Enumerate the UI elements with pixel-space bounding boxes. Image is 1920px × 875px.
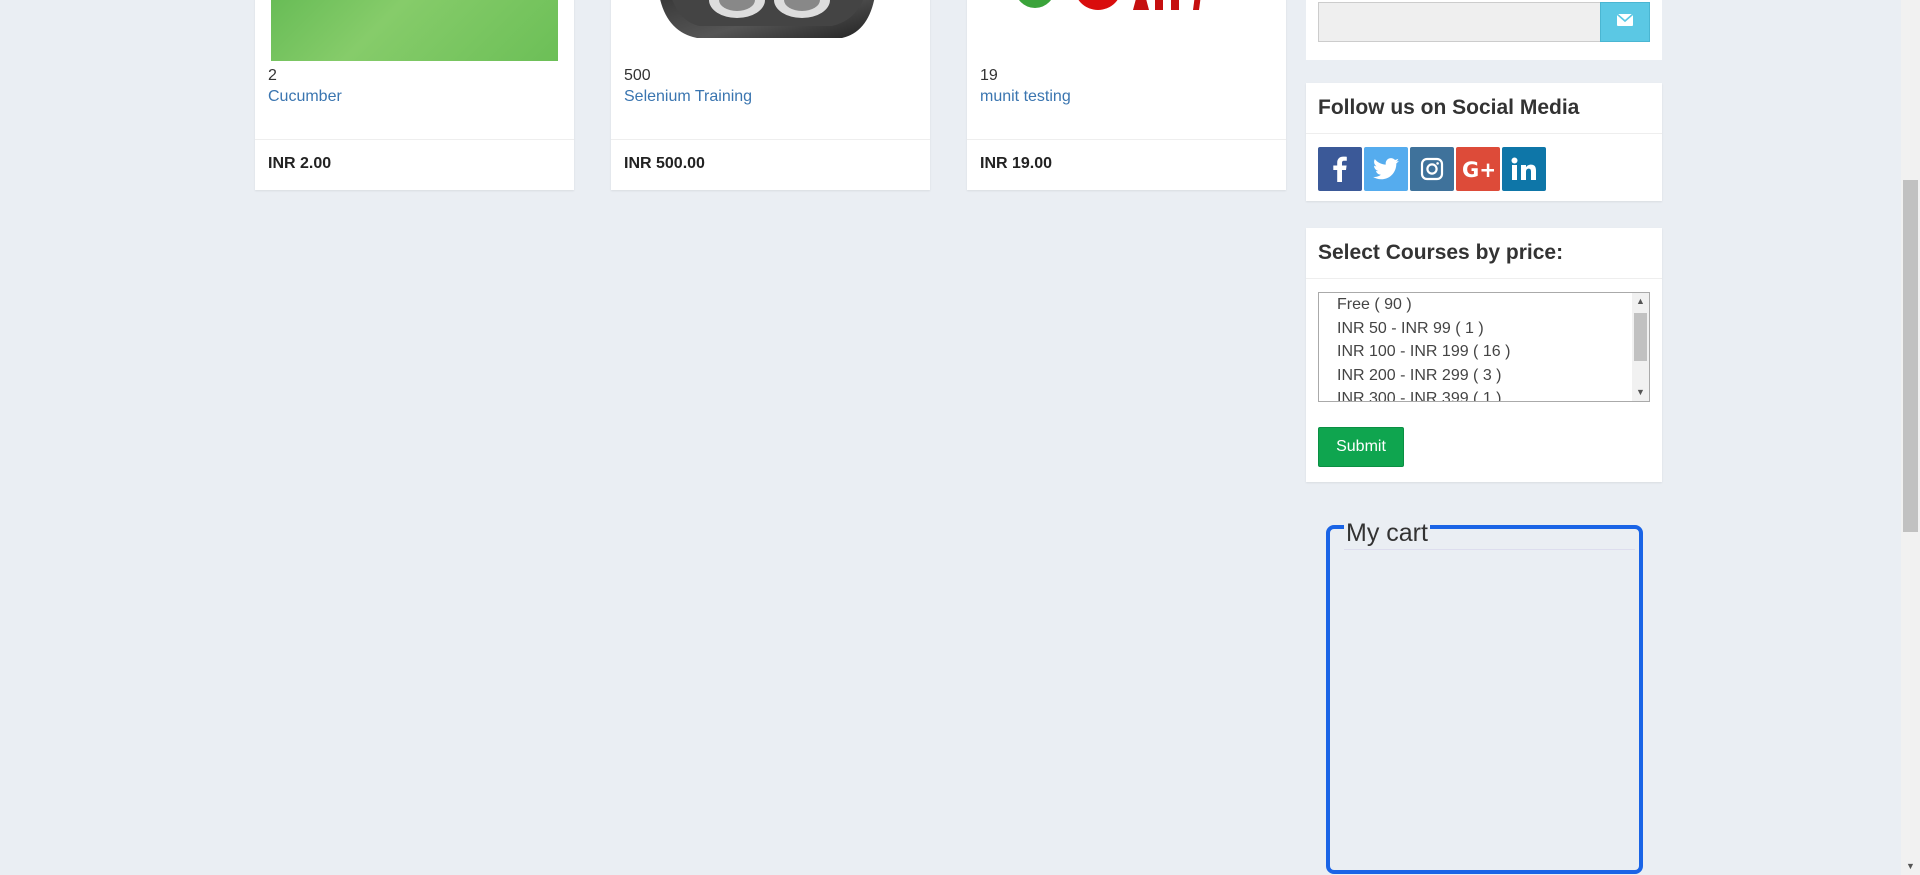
search-button[interactable]	[1600, 2, 1650, 42]
search-input[interactable]	[1318, 2, 1601, 42]
svg-text:G+: G+	[1462, 159, 1494, 179]
search-panel	[1306, 0, 1662, 60]
twitter-icon[interactable]	[1364, 147, 1408, 191]
product-title-link[interactable]: Selenium Training	[624, 88, 752, 106]
google-plus-icon[interactable]: G+	[1456, 147, 1500, 191]
facebook-icon[interactable]	[1318, 147, 1362, 191]
linkedin-icon[interactable]	[1502, 147, 1546, 191]
price-filter-panel: Select Courses by price: Free ( 90 ) INR…	[1306, 228, 1662, 482]
product-image[interactable]	[983, 0, 1270, 61]
product-image[interactable]	[627, 0, 914, 61]
price-option[interactable]: Free ( 90 )	[1319, 293, 1649, 317]
product-price: INR 2.00	[268, 155, 332, 172]
scroll-down-arrow-icon[interactable]: ▼	[1632, 384, 1649, 401]
product-number: 19	[980, 67, 998, 84]
list-scrollbar[interactable]: ▲ ▼	[1632, 293, 1649, 401]
scroll-up-arrow-icon[interactable]: ▲	[1632, 293, 1649, 310]
price-filter-heading: Select Courses by price:	[1306, 228, 1662, 279]
red-logo-image	[1019, 0, 1201, 10]
product-card-selenium: 500 Selenium Training INR 500.00	[611, 0, 930, 190]
cart-divider	[1344, 549, 1635, 550]
social-icons: G+	[1318, 147, 1546, 191]
page-scroll-thumb[interactable]	[1903, 180, 1918, 532]
submit-button[interactable]: Submit	[1318, 427, 1404, 467]
instagram-icon[interactable]	[1410, 147, 1454, 191]
green-image-placeholder	[271, 0, 558, 61]
social-panel: Follow us on Social Media G+	[1306, 83, 1662, 201]
scroll-thumb[interactable]	[1634, 313, 1647, 361]
product-title-link[interactable]: munit testing	[980, 88, 1071, 106]
card-divider	[255, 139, 574, 140]
price-option[interactable]: INR 200 - INR 299 ( 3 )	[1319, 364, 1649, 388]
price-select-list[interactable]: Free ( 90 ) INR 50 - INR 99 ( 1 ) INR 10…	[1318, 292, 1650, 402]
scroll-down-arrow-icon[interactable]: ▼	[1901, 861, 1920, 873]
product-title-link[interactable]: Cucumber	[268, 88, 342, 106]
camera-lens-image	[660, 0, 875, 38]
cart-legend: My cart	[1344, 519, 1430, 548]
price-option[interactable]: INR 100 - INR 199 ( 16 )	[1319, 340, 1649, 364]
product-card-munit: 19 munit testing INR 19.00	[967, 0, 1286, 190]
product-number: 2	[268, 67, 277, 84]
price-option[interactable]: INR 50 - INR 99 ( 1 )	[1319, 317, 1649, 341]
product-image[interactable]	[271, 0, 558, 61]
page-scrollbar[interactable]: ▼	[1901, 0, 1920, 875]
social-heading: Follow us on Social Media	[1306, 83, 1662, 134]
product-price: INR 19.00	[980, 155, 1053, 172]
envelope-icon	[1616, 13, 1634, 31]
price-option[interactable]: INR 300 - INR 399 ( 1 )	[1319, 387, 1649, 401]
card-divider	[611, 139, 930, 140]
card-divider	[967, 139, 1286, 140]
product-price: INR 500.00	[624, 155, 705, 172]
product-number: 500	[624, 67, 651, 84]
cart-fieldset: My cart	[1326, 519, 1643, 874]
product-card-cucumber: 2 Cucumber INR 2.00	[255, 0, 574, 190]
